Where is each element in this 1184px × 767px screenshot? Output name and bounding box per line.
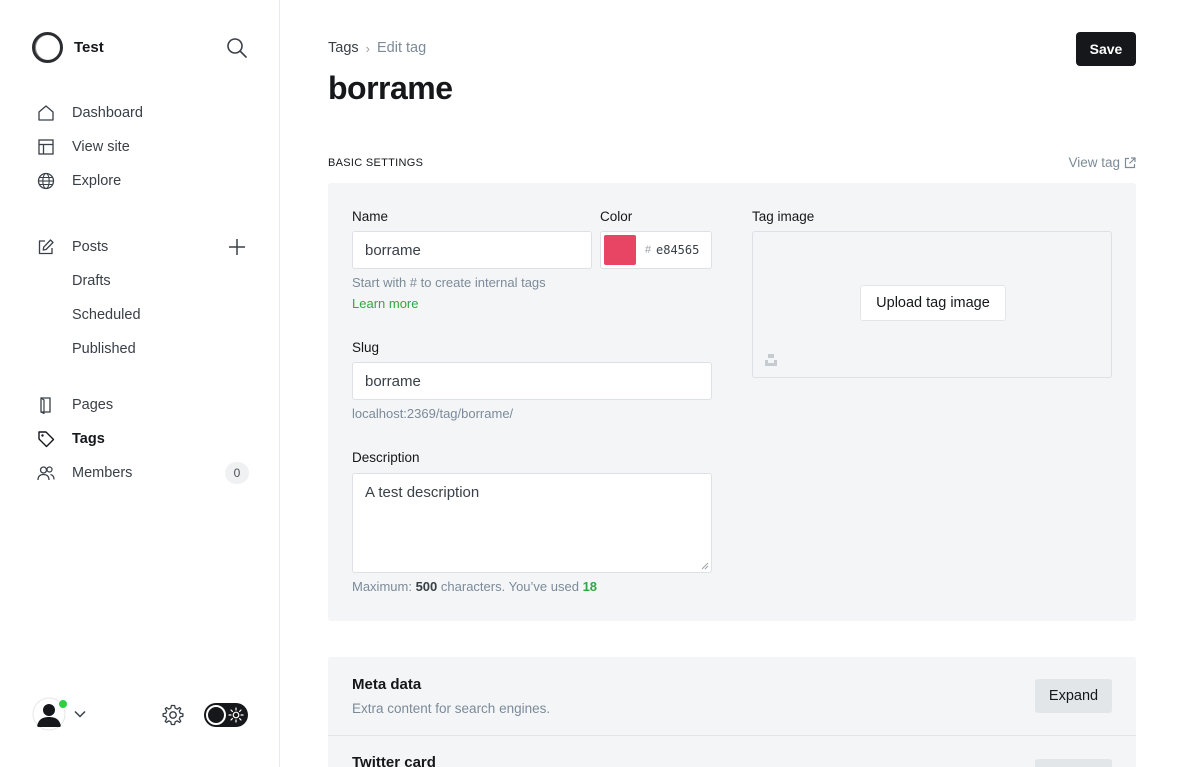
slug-field[interactable]: borrame	[352, 362, 712, 400]
external-link-icon	[1124, 156, 1136, 168]
nav-scheduled[interactable]: Scheduled	[36, 298, 256, 332]
search-icon[interactable]	[226, 37, 248, 59]
meta-data-panel: Meta data Extra content for search engin…	[328, 657, 1136, 735]
nav-posts-label: Posts	[72, 239, 109, 255]
nav-view-site[interactable]: View site	[36, 130, 256, 164]
nav-tags-label: Tags	[72, 431, 105, 447]
slug-url: localhost:2369/tag/borrame/	[352, 406, 514, 421]
name-field[interactable]: borrame	[352, 231, 592, 269]
online-status-dot	[58, 699, 68, 709]
members-icon	[36, 463, 56, 483]
unsplash-icon[interactable]	[764, 353, 778, 367]
chevron-down-icon[interactable]	[73, 707, 87, 721]
nav-published-label: Published	[72, 341, 136, 357]
site-logo	[32, 32, 63, 63]
nav-posts[interactable]: Posts	[36, 230, 256, 264]
nav-drafts-label: Drafts	[72, 273, 111, 289]
meta-data-title: Meta data	[352, 676, 422, 693]
resize-handle-icon[interactable]	[701, 562, 709, 570]
basic-settings-panel: Name borrame Start with # to create inte…	[328, 183, 1136, 621]
members-count-badge: 0	[225, 462, 249, 484]
theme-toggle[interactable]	[204, 703, 248, 727]
nav-drafts[interactable]: Drafts	[36, 264, 256, 298]
tag-image-dropzone[interactable]: Upload tag image	[752, 231, 1112, 378]
site-name: Test	[74, 39, 104, 56]
chevron-right-icon: ›	[365, 40, 370, 56]
layout-icon	[36, 137, 56, 157]
nav-scheduled-label: Scheduled	[72, 307, 141, 323]
edit-icon	[36, 237, 56, 257]
twitter-card-panel: Twitter card	[328, 736, 1136, 767]
section-title-basic-settings: BASIC SETTINGS	[328, 157, 424, 169]
tag-icon	[36, 429, 56, 449]
description-text: A test description	[365, 484, 480, 501]
new-post-plus-icon[interactable]	[226, 236, 248, 258]
nav-view-site-label: View site	[72, 139, 130, 155]
meta-data-expand-button[interactable]: Expand	[1035, 679, 1112, 713]
site-brand[interactable]: Test	[32, 32, 104, 63]
twitter-card-expand-button[interactable]	[1035, 759, 1112, 767]
nav-secondary: Pages Tags Members 0	[36, 388, 256, 490]
learn-more-link[interactable]: Learn more	[352, 296, 418, 311]
nav-members-label: Members	[72, 465, 133, 481]
description-textarea[interactable]: A test description	[352, 473, 712, 573]
counter-used: 18	[582, 579, 598, 594]
color-hash: #	[645, 244, 652, 256]
upload-tag-image-button[interactable]: Upload tag image	[860, 285, 1006, 321]
save-button[interactable]: Save	[1076, 32, 1136, 66]
nav-published[interactable]: Published	[36, 332, 256, 366]
tag-image-label: Tag image	[752, 209, 815, 224]
twitter-card-title: Twitter card	[352, 754, 436, 767]
nav-explore-label: Explore	[72, 173, 122, 189]
description-label: Description	[352, 450, 420, 465]
sun-icon	[228, 707, 244, 723]
breadcrumb-current: Edit tag	[376, 40, 427, 56]
name-hint: Start with # to create internal tags	[352, 275, 546, 290]
color-swatch[interactable]	[604, 235, 636, 265]
color-field[interactable]: # e84565	[600, 231, 712, 269]
nav-explore[interactable]: Explore	[36, 164, 256, 198]
nav-pages-label: Pages	[72, 397, 114, 413]
breadcrumb-tags-link[interactable]: Tags	[328, 40, 359, 56]
color-hex-value[interactable]: e84565	[656, 243, 699, 257]
globe-icon	[36, 171, 56, 191]
meta-data-subtitle: Extra content for search engines.	[352, 701, 551, 716]
toggle-knob	[206, 705, 226, 725]
sidebar: Test Dashboard View site Explore Posts D…	[0, 0, 280, 767]
nav-dashboard-label: Dashboard	[72, 105, 143, 121]
page-title: borrame	[328, 70, 453, 106]
name-label: Name	[352, 209, 389, 224]
counter-mid: characters. You’ve used	[440, 579, 579, 594]
view-tag-link[interactable]: View tag	[1068, 155, 1136, 170]
color-label: Color	[600, 209, 633, 224]
nav-pages[interactable]: Pages	[36, 388, 256, 422]
counter-max: 500	[415, 579, 438, 594]
view-tag-label: View tag	[1068, 155, 1120, 170]
nav-posts-group: Posts Drafts Scheduled Published	[36, 230, 256, 366]
breadcrumb: Tags › Edit tag	[328, 40, 426, 56]
gear-icon[interactable]	[161, 703, 185, 727]
counter-prefix: Maximum:	[352, 579, 412, 594]
nav-members[interactable]: Members 0	[36, 456, 256, 490]
page-icon	[36, 395, 56, 415]
nav-dashboard[interactable]: Dashboard	[36, 96, 256, 130]
slug-label: Slug	[352, 340, 380, 355]
nav-primary: Dashboard View site Explore	[36, 96, 256, 198]
nav-tags[interactable]: Tags	[36, 422, 256, 456]
description-counter: Maximum: 500 characters. You’ve used 18	[352, 579, 597, 594]
home-icon	[36, 103, 56, 123]
